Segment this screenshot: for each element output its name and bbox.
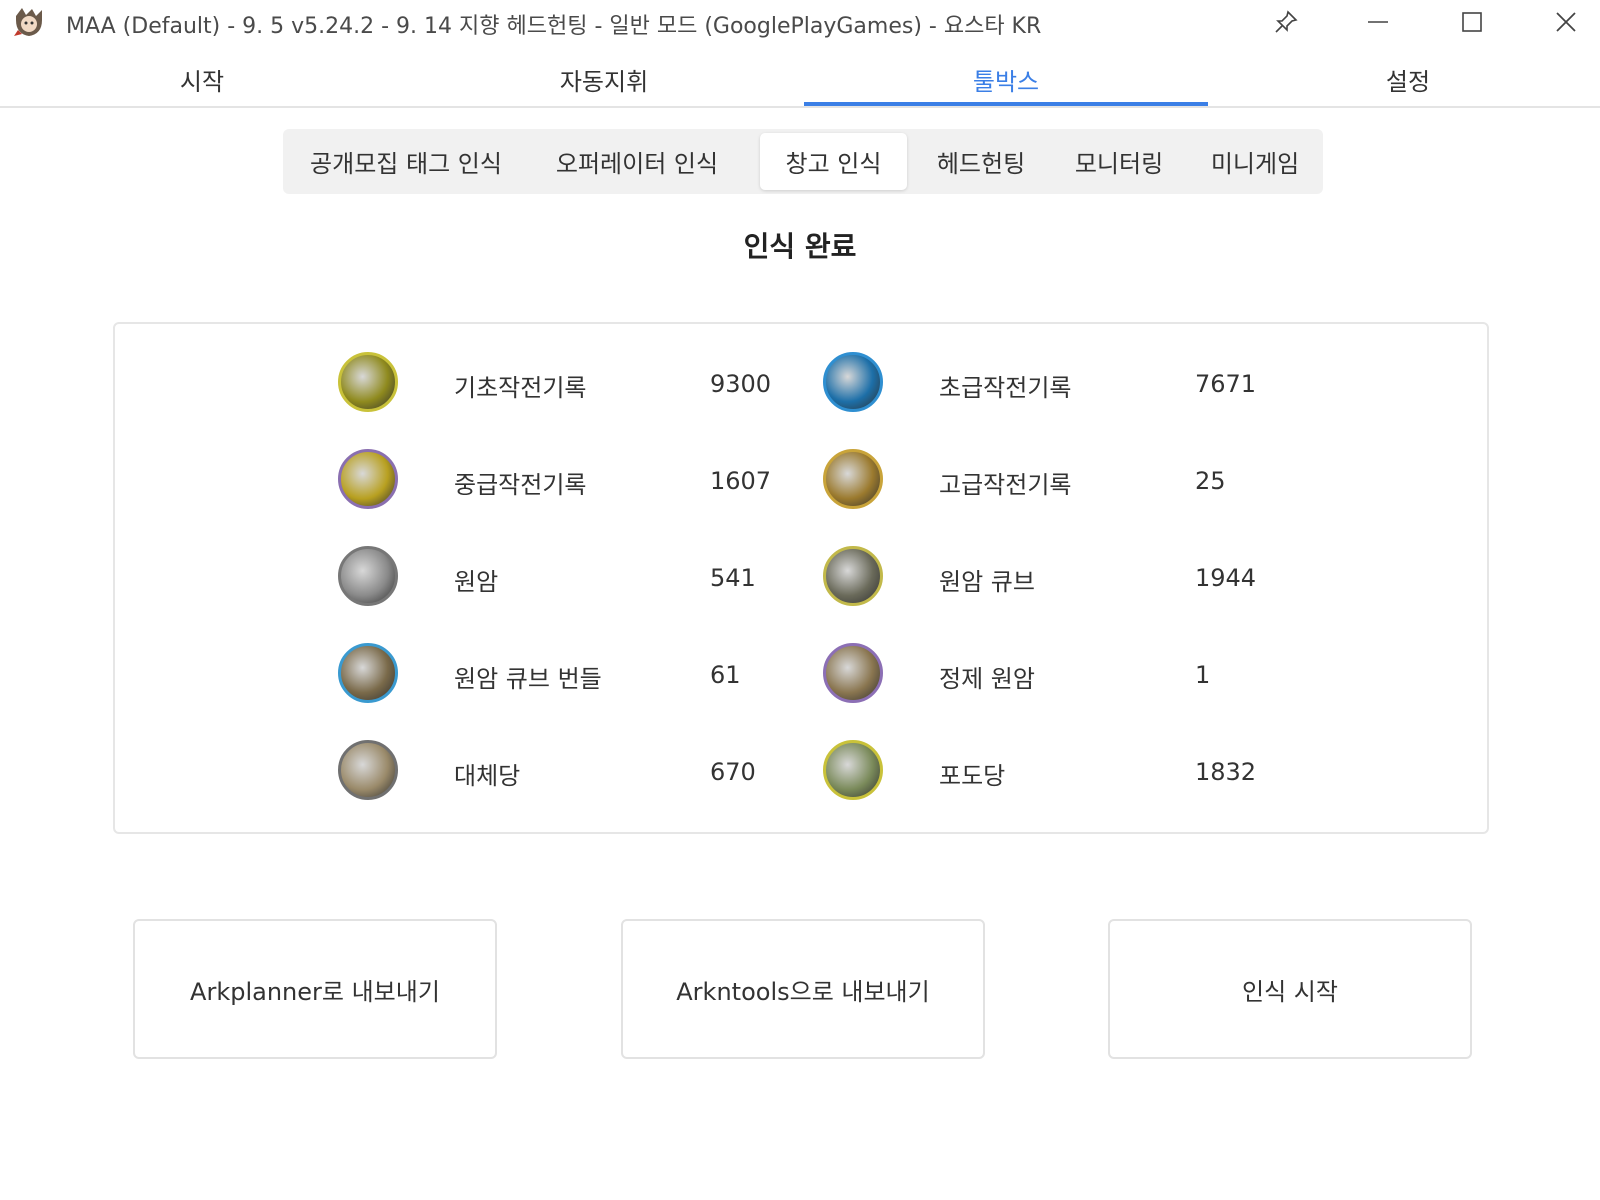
close-icon[interactable]	[1546, 4, 1586, 40]
item-name: 중급작전기록	[454, 471, 587, 499]
item-count: 1832	[1195, 758, 1257, 786]
item-count: 9300	[710, 370, 772, 398]
list-item: 원암 큐브 번들 61	[338, 643, 778, 713]
item-name: 원암 큐브	[939, 568, 1035, 596]
orirock-cube-icon	[823, 546, 883, 606]
orirock-icon	[338, 546, 398, 606]
list-item: 정제 원암 1	[823, 643, 1263, 713]
item-name: 대체당	[454, 762, 521, 790]
item-count: 670	[710, 758, 756, 786]
item-name: 기초작전기록	[454, 374, 587, 402]
item-name: 원암 큐브 번들	[454, 665, 602, 693]
tab-label: 시작	[179, 68, 225, 96]
sugar-icon	[823, 740, 883, 800]
tabs-divider	[0, 106, 1600, 108]
item-name: 정제 원암	[939, 665, 1035, 693]
orirock-cluster-icon	[338, 643, 398, 703]
list-item: 대체당 670	[338, 740, 778, 810]
title-bar: MAA (Default) - 9. 5 v5.24.2 - 9. 14 지향 …	[0, 0, 1600, 44]
item-count: 7671	[1195, 370, 1257, 398]
tab-auto-command[interactable]: 자동지휘	[402, 56, 806, 106]
subtab-depot-recognition[interactable]: 창고 인식	[760, 133, 907, 190]
tab-toolbox[interactable]: 툴박스	[804, 56, 1208, 106]
subtab-minigame[interactable]: 미니게임	[1195, 133, 1315, 190]
tab-start[interactable]: 시작	[0, 56, 404, 106]
list-item: 고급작전기록 25	[823, 449, 1263, 519]
subtab-recruit-tag-recognition[interactable]: 공개모집 태그 인식	[291, 133, 521, 190]
frontline-battle-record-icon	[338, 449, 398, 509]
depot-results-panel: 기초작전기록 9300 초급작전기록 7671 중급작전기록 1607 고급작전…	[113, 322, 1489, 834]
subtab-operator-recognition[interactable]: 오퍼레이터 인식	[533, 133, 741, 190]
tab-label: 자동지휘	[559, 68, 649, 96]
basic-battle-record-icon	[338, 352, 398, 412]
item-count: 25	[1195, 467, 1226, 495]
subtab-monitoring[interactable]: 모니터링	[1055, 133, 1183, 190]
item-name: 초급작전기록	[939, 374, 1072, 402]
tab-label: 툴박스	[972, 68, 1040, 96]
list-item: 원암 큐브 1944	[823, 546, 1263, 616]
item-count: 1	[1195, 661, 1211, 689]
item-name: 포도당	[939, 762, 1006, 790]
tactical-battle-record-icon	[823, 449, 883, 509]
list-item: 중급작전기록 1607	[338, 449, 778, 519]
sugar-substitute-icon	[338, 740, 398, 800]
list-item: 초급작전기록 7671	[823, 352, 1263, 422]
item-count: 1607	[710, 467, 772, 495]
recognition-status: 인식 완료	[743, 230, 857, 263]
orirock-concentration-icon	[823, 643, 883, 703]
item-count: 61	[710, 661, 741, 689]
export-arkplanner-button[interactable]: Arkplanner로 내보내기	[133, 919, 497, 1059]
app-logo-icon	[12, 6, 46, 38]
tab-label: 설정	[1385, 68, 1431, 96]
export-arkntools-button[interactable]: Arkntools으로 내보내기	[621, 919, 985, 1059]
maximize-icon[interactable]	[1452, 4, 1492, 40]
list-item: 기초작전기록 9300	[338, 352, 778, 422]
tab-settings[interactable]: 설정	[1206, 56, 1600, 106]
item-name: 고급작전기록	[939, 471, 1072, 499]
toolbox-sub-tabs: 공개모집 태그 인식 오퍼레이터 인식 창고 인식 헤드헌팅 모니터링 미니게임	[283, 129, 1323, 194]
main-nav-tabs: 시작 자동지휘 툴박스 설정	[0, 56, 1600, 108]
item-name: 원암	[454, 568, 499, 596]
pin-icon[interactable]	[1266, 4, 1306, 40]
item-count: 1944	[1195, 564, 1257, 592]
list-item: 원암 541	[338, 546, 778, 616]
start-recognition-button[interactable]: 인식 시작	[1108, 919, 1472, 1059]
list-item: 포도당 1832	[823, 740, 1263, 810]
minimize-icon[interactable]	[1358, 4, 1398, 40]
subtab-headhunting[interactable]: 헤드헌팅	[919, 133, 1043, 190]
window-title: MAA (Default) - 9. 5 v5.24.2 - 9. 14 지향 …	[66, 14, 1042, 39]
drill-battle-record-icon	[823, 352, 883, 412]
item-count: 541	[710, 564, 756, 592]
